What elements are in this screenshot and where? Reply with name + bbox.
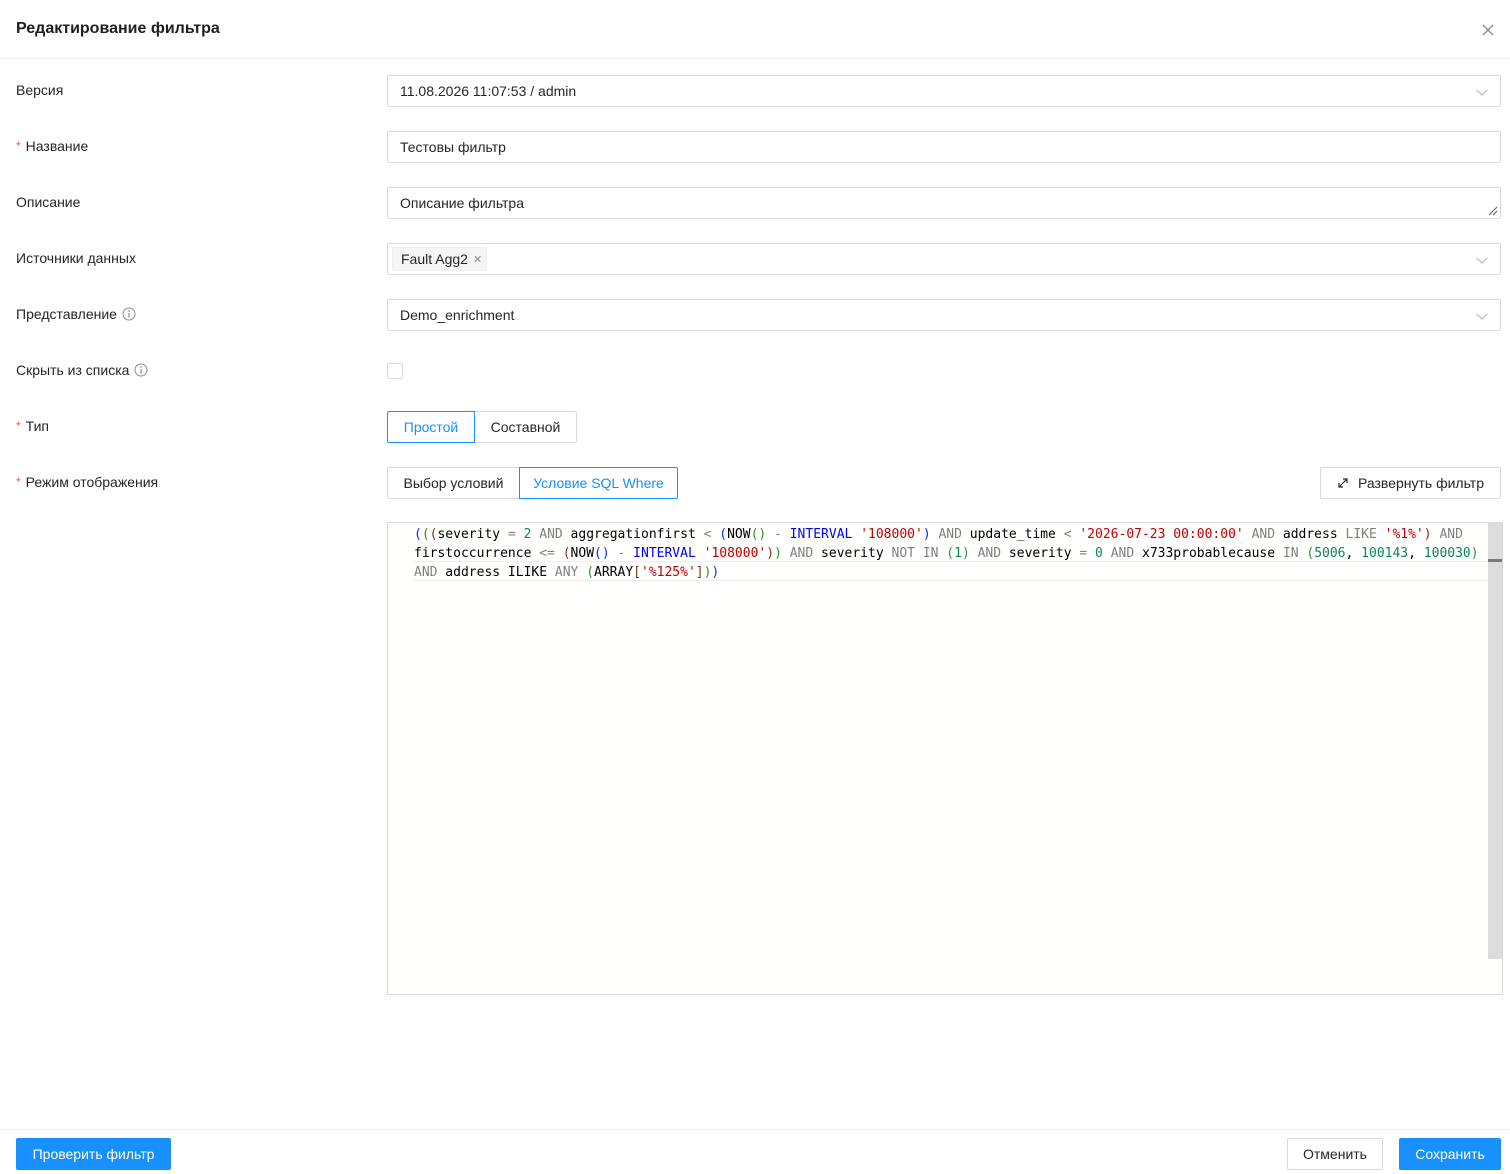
mode-conditions-option[interactable]: Выбор условий xyxy=(387,467,520,499)
description-value: Описание фильтра xyxy=(400,195,524,211)
name-input[interactable]: Тестовы фильтр xyxy=(387,131,1501,163)
editor-scroll-thumb[interactable] xyxy=(1488,559,1502,562)
expand-filter-label: Развернуть фильтр xyxy=(1357,475,1484,491)
required-mark: * xyxy=(16,419,21,433)
version-label: Версия xyxy=(16,82,64,98)
type-label: * Тип xyxy=(16,418,50,434)
dialog-header: Редактирование фильтра xyxy=(0,0,1510,59)
chevron-down-icon xyxy=(1476,257,1488,264)
type-composite-option[interactable]: Составной xyxy=(474,411,577,443)
resize-handle-icon[interactable] xyxy=(1488,206,1498,216)
version-select[interactable]: 11.08.2026 11:07:53 / admin xyxy=(387,75,1501,107)
description-label: Описание xyxy=(16,194,81,210)
description-textarea[interactable]: Описание фильтра xyxy=(387,187,1501,219)
sources-select[interactable]: Fault Agg2 ✕ xyxy=(387,243,1501,275)
required-mark: * xyxy=(16,139,21,153)
expand-filter-button[interactable]: Развернуть фильтр xyxy=(1320,467,1501,499)
view-select[interactable]: Demo_enrichment xyxy=(387,299,1501,331)
save-button[interactable]: Сохранить xyxy=(1399,1138,1501,1170)
mode-label: * Режим отображения xyxy=(16,474,159,490)
sql-code: (((severity = 2 AND aggregationfirst < (… xyxy=(414,527,1479,580)
source-tag: Fault Agg2 ✕ xyxy=(392,247,488,271)
view-label: Представление xyxy=(16,306,136,322)
name-label: * Название xyxy=(16,138,89,154)
mode-sql-option[interactable]: Условие SQL Where xyxy=(519,467,678,499)
hide-label: Скрыть из списка xyxy=(16,362,148,378)
source-tag-label: Fault Agg2 xyxy=(401,251,468,267)
expand-icon xyxy=(1338,478,1348,488)
cancel-button[interactable]: Отменить xyxy=(1287,1138,1383,1170)
type-simple-option[interactable]: Простой xyxy=(387,411,475,443)
required-mark: * xyxy=(16,475,21,489)
dialog-footer xyxy=(0,1129,1510,1174)
sql-editor[interactable]: (((severity = 2 AND aggregationfirst < (… xyxy=(387,522,1503,995)
version-value: 11.08.2026 11:07:53 / admin xyxy=(400,83,577,99)
chevron-down-icon xyxy=(1476,89,1488,96)
sources-label: Источники данных xyxy=(16,250,136,266)
view-value: Demo_enrichment xyxy=(400,307,515,323)
name-value: Тестовы фильтр xyxy=(400,139,506,155)
info-icon[interactable] xyxy=(122,307,136,321)
dialog-title: Редактирование фильтра xyxy=(16,20,220,37)
hide-checkbox[interactable] xyxy=(387,363,403,379)
chevron-down-icon xyxy=(1476,313,1488,320)
check-filter-button[interactable]: Проверить фильтр xyxy=(16,1138,171,1170)
editor-scrollbar[interactable] xyxy=(1488,523,1502,959)
close-icon[interactable] xyxy=(1480,22,1496,38)
info-icon[interactable] xyxy=(134,363,148,377)
tag-remove-icon[interactable]: ✕ xyxy=(473,253,482,266)
